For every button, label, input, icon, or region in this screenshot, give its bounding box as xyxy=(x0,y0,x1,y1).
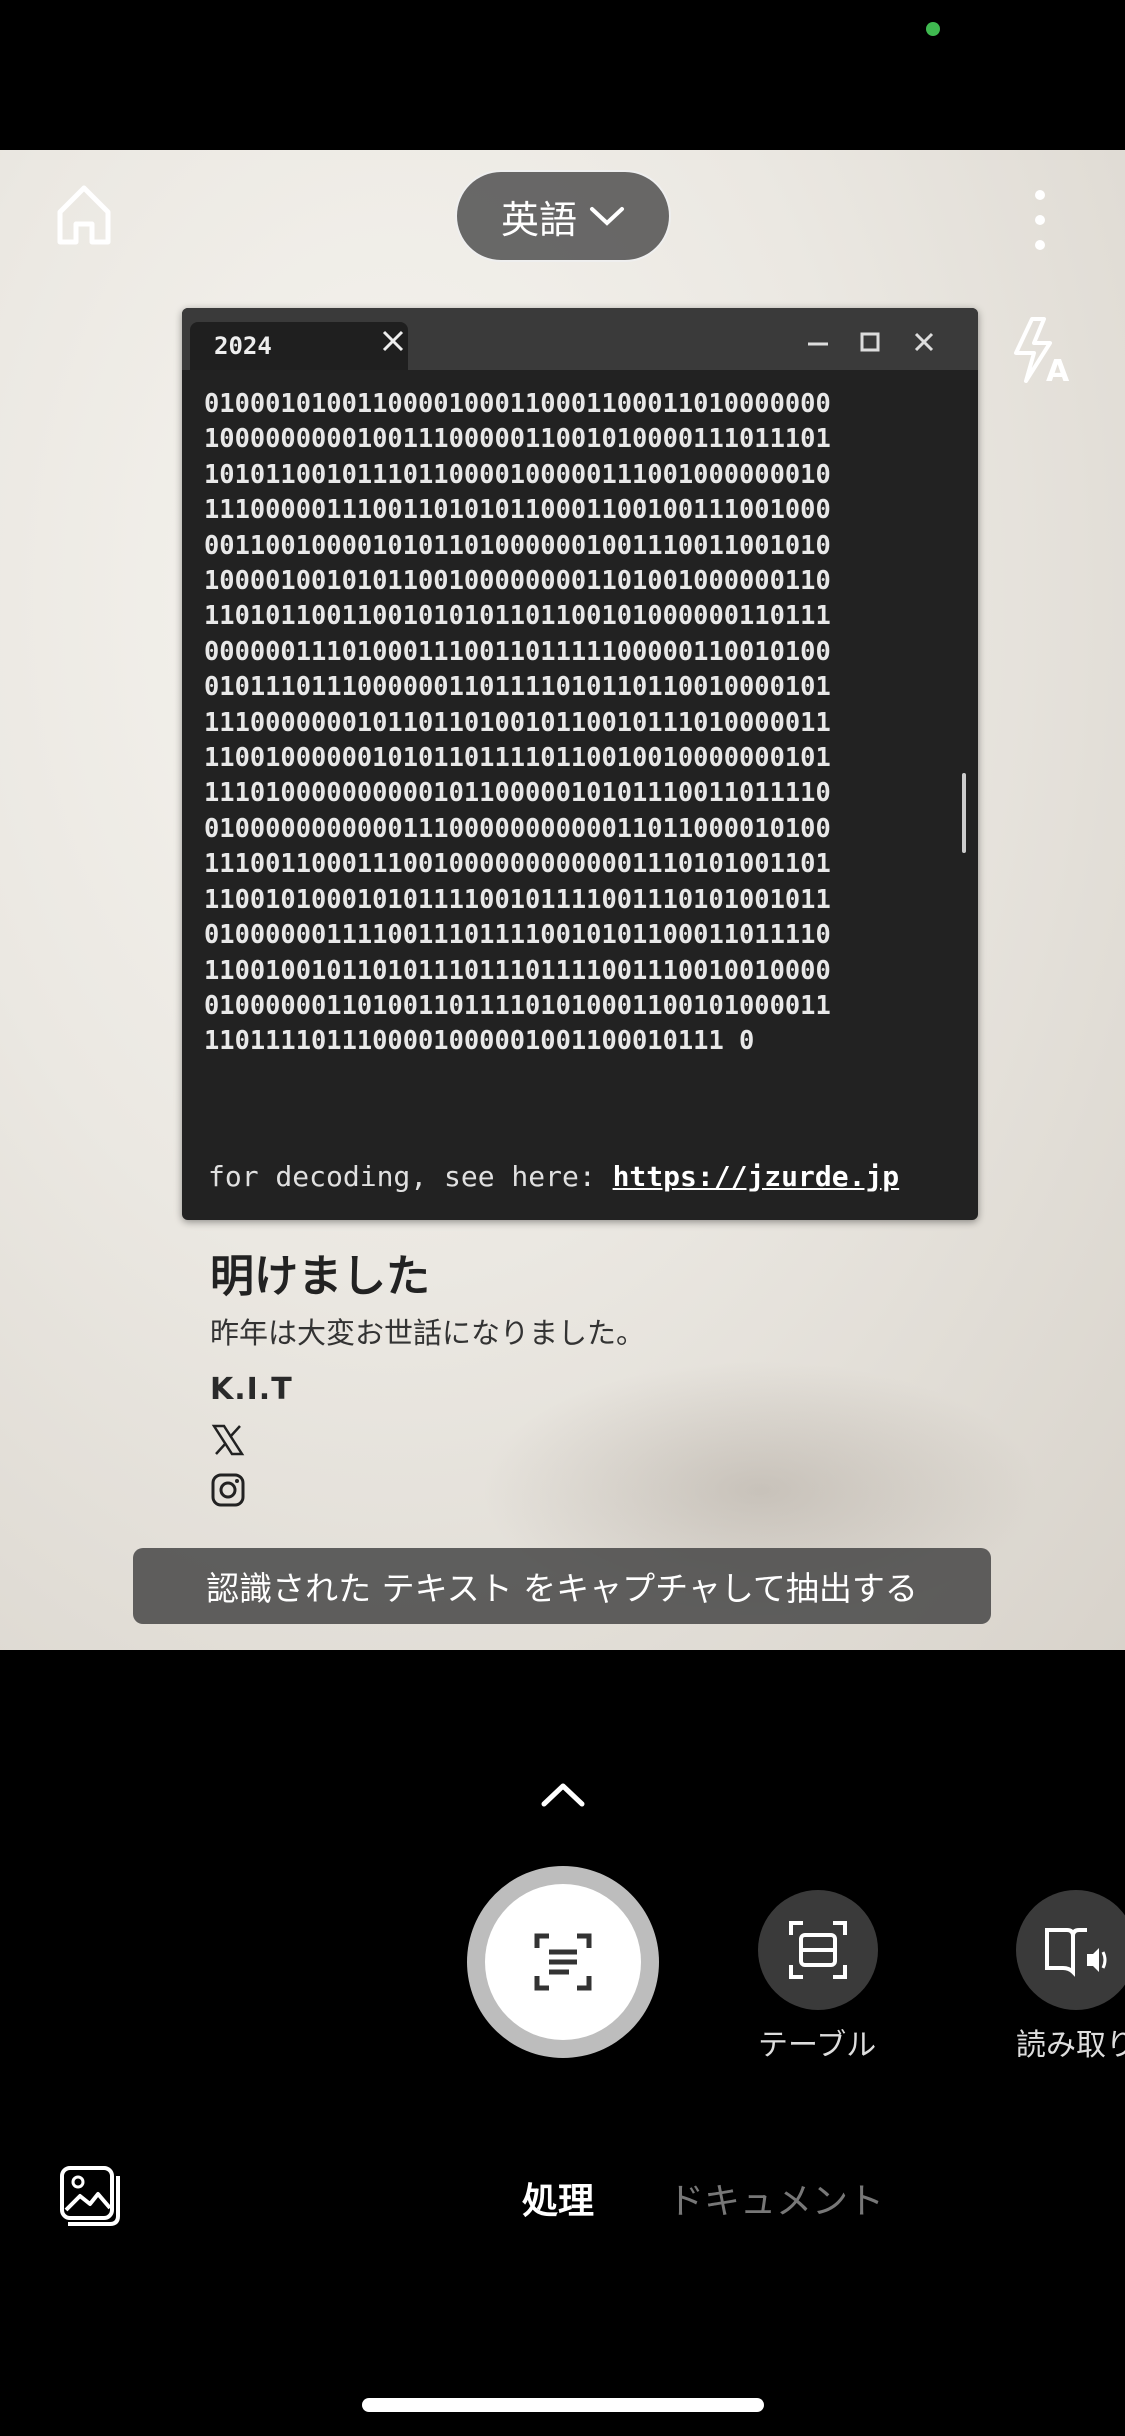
read-aloud-mode-label: 読み取り xyxy=(1016,2028,1125,2063)
maximize-icon xyxy=(860,332,880,352)
table-scan-icon xyxy=(789,1921,847,1979)
binary-line: 0011001000010101101000000100111001100101… xyxy=(204,529,831,560)
card-subtitle: 昨年は大変お世話になりました。 xyxy=(210,1316,646,1350)
binary-line: 0100000000000111000000000001101100001010… xyxy=(204,812,831,843)
binary-line: 1110011000111001000000000000111010100110… xyxy=(204,848,831,879)
close-icon xyxy=(914,332,934,352)
binary-line: 1101011001100101010110110010100000011011… xyxy=(204,600,831,631)
minimize-icon xyxy=(808,342,828,346)
chevron-up-icon[interactable] xyxy=(540,1780,586,1810)
card-author: K.I.T xyxy=(210,1372,293,1407)
binary-line: 1000000000100111000001100101000011101110… xyxy=(204,423,831,454)
text-scan-icon xyxy=(534,1933,592,1991)
binary-line: 0101110111000000110111101011011001000010… xyxy=(204,671,831,702)
card-title: 明けました xyxy=(210,1251,430,1302)
decode-link: https://jzurde.jp xyxy=(612,1160,900,1193)
table-mode-button[interactable] xyxy=(758,1890,878,2010)
terminal-footer: for decoding, see here: https://jzurde.j… xyxy=(208,1160,899,1193)
terminal-tab-label: 2024 xyxy=(214,332,272,360)
privacy-indicator-dot xyxy=(926,22,940,36)
terminal-tab: 2024 xyxy=(190,322,408,370)
language-selector[interactable]: 英語 xyxy=(455,170,671,262)
language-label: 英語 xyxy=(500,197,577,242)
home-indicator[interactable] xyxy=(362,2398,764,2412)
more-vertical-icon[interactable] xyxy=(1020,190,1060,250)
table-mode-label: テーブル xyxy=(758,2028,877,2063)
terminal-titlebar: 2024 xyxy=(182,308,978,370)
chevron-down-icon xyxy=(590,207,624,226)
binary-line: 0100000011110011101111001010110001101111… xyxy=(204,919,831,950)
capture-hint-text: 認識された テキスト をキャプチャして抽出する xyxy=(206,1569,918,1608)
capture-hint-banner: 認識された テキスト をキャプチャして抽出する xyxy=(133,1548,991,1624)
binary-line: 1100100101101011101110111100111001001000… xyxy=(204,954,831,985)
tab-process[interactable]: 処理 xyxy=(522,2172,594,2224)
binary-line: 0000001110100011100110111110000011001010… xyxy=(204,635,831,666)
binary-line: 1100101000101011110010111100111010100101… xyxy=(204,883,831,914)
gallery-icon[interactable] xyxy=(58,2164,122,2228)
read-aloud-mode-button[interactable] xyxy=(1016,1890,1125,2010)
binary-line: 1100100000010101101111011001001000000010… xyxy=(204,742,831,773)
binary-line: 1010110010111011000010000011100100000001… xyxy=(204,458,831,489)
status-bar xyxy=(0,0,1125,150)
capture-button[interactable] xyxy=(467,1866,659,2058)
terminal-window: 2024 01000101001100001000110001100011010… xyxy=(182,308,978,1220)
binary-line: 1110000011100110101011000110010011100100… xyxy=(204,494,831,525)
binary-line: 0100000011010011011110101000110010100001… xyxy=(204,989,831,1020)
binary-line: 0100010100110000100011000110001101000000… xyxy=(204,388,831,418)
home-icon[interactable] xyxy=(52,180,116,250)
camera-viewfinder[interactable]: 英語 A 2024 010001010011000010001100011000… xyxy=(0,150,1125,1650)
binary-line: 1110000000101101101001011001011101000001… xyxy=(204,706,831,737)
binary-line: 1000010010101100100000000110100100000011… xyxy=(204,565,831,596)
binary-line: 1110100000000001011000001010111001101111… xyxy=(204,777,831,808)
terminal-scrollbar xyxy=(962,773,966,853)
flash-auto-icon[interactable]: A xyxy=(1010,315,1070,389)
svg-text:A: A xyxy=(1046,354,1070,385)
read-aloud-icon xyxy=(1045,1928,1107,1977)
x-logo-icon xyxy=(211,1424,245,1456)
instagram-icon xyxy=(211,1473,245,1507)
binary-line: 1101111011100001000001001100010111 0 xyxy=(204,1025,755,1056)
tab-document[interactable]: ドキュメント xyxy=(668,2172,884,2224)
close-icon xyxy=(382,330,404,352)
binary-text: 0100010100110000100011000110001101000000… xyxy=(204,386,964,1059)
footer-prefix: for decoding, see here: xyxy=(208,1160,613,1193)
